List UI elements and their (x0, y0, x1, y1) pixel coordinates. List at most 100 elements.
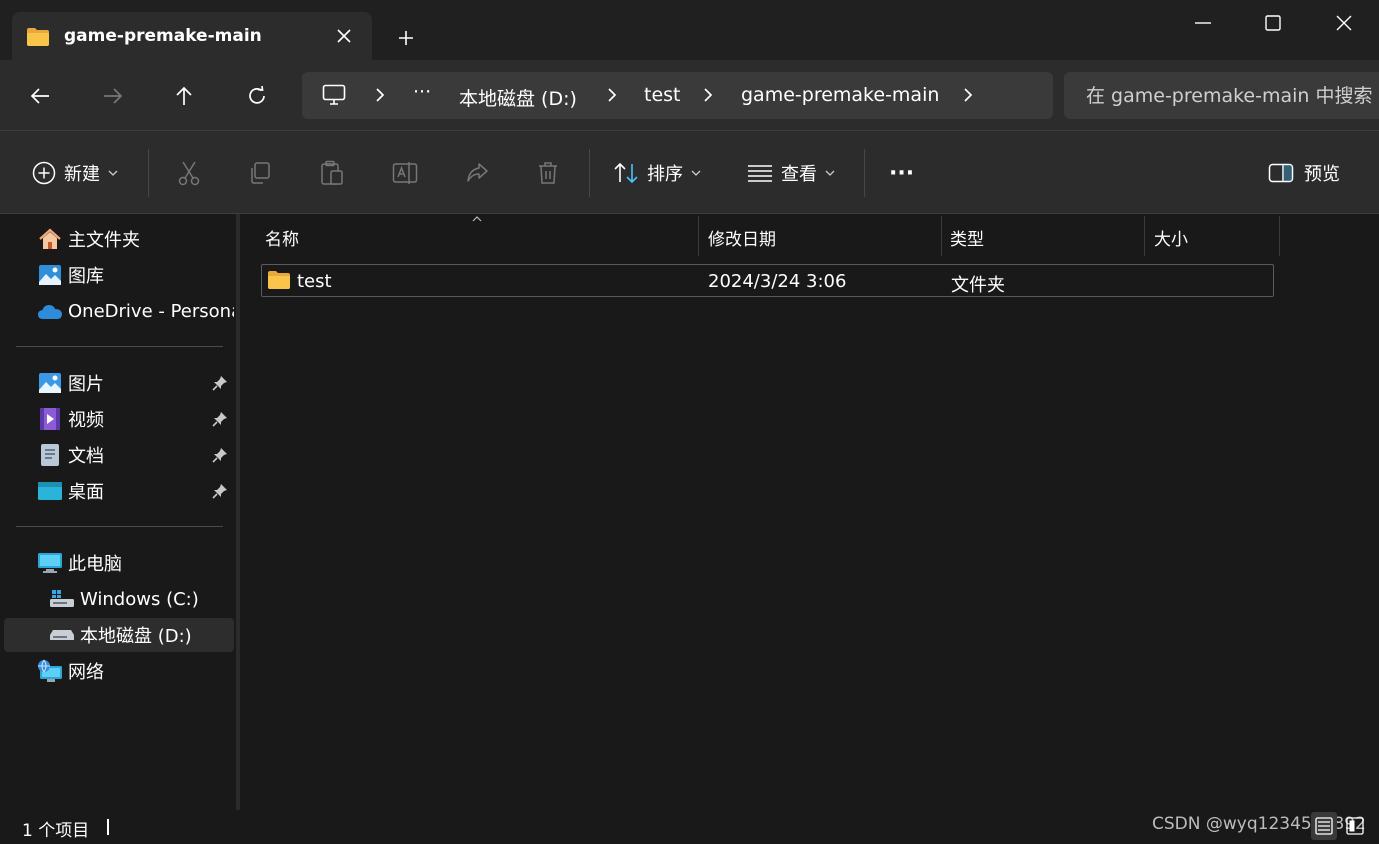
file-name: test (297, 271, 332, 292)
new-button[interactable]: 新建 (32, 157, 118, 189)
more-options-button[interactable]: ··· (889, 157, 914, 189)
sidebar-item-label: 桌面 (68, 482, 104, 503)
file-modified: 2024/3/24 3:06 (708, 271, 847, 292)
pin-icon[interactable] (212, 375, 228, 391)
tab-close-button[interactable] (330, 22, 358, 50)
sort-icon (614, 162, 638, 184)
details-view-button[interactable] (1311, 812, 1337, 840)
item-count: 1 个项目 (22, 821, 90, 841)
sidebar-item-gallery[interactable]: 图库 (4, 258, 234, 292)
chevron-down-icon (691, 170, 701, 176)
chevron-down-icon (108, 170, 118, 176)
new-tab-button[interactable] (390, 22, 422, 54)
folder-icon (267, 270, 291, 294)
minimize-button[interactable] (1168, 0, 1238, 46)
sidebar-item-onedrive[interactable]: OneDrive - Persona (4, 294, 234, 328)
sidebar-item-desktop[interactable]: 桌面 (4, 474, 234, 508)
sidebar-item-pictures[interactable]: 图片 (4, 366, 234, 400)
desktop-icon (37, 478, 63, 504)
arrow-right-icon (104, 88, 123, 104)
sidebar-item-windows-c[interactable]: Windows (C:) (4, 582, 234, 616)
cut-icon (178, 161, 200, 186)
view-list-icon (748, 165, 772, 182)
share-button[interactable] (465, 157, 489, 189)
home-icon (37, 226, 63, 252)
sidebar-item-local-disk-d[interactable]: 本地磁盘 (D:) (4, 618, 234, 652)
sort-button[interactable]: 排序 (613, 157, 701, 189)
column-header-name[interactable]: 名称 (240, 214, 698, 256)
column-divider[interactable] (1279, 216, 1280, 256)
back-button[interactable] (22, 78, 58, 114)
file-row[interactable]: test 2024/3/24 3:06 文件夹 (261, 264, 1274, 297)
search-input[interactable] (1064, 72, 1379, 119)
up-button[interactable] (166, 78, 202, 114)
divider (16, 526, 223, 527)
chevron-right-icon[interactable] (700, 87, 716, 103)
sidebar-item-videos[interactable]: 视频 (4, 402, 234, 436)
chevron-down-icon (825, 170, 835, 176)
onedrive-icon (37, 298, 63, 324)
sidebar-item-label: 视频 (68, 410, 104, 431)
tiles-view-button[interactable] (1342, 812, 1368, 840)
pin-icon[interactable] (212, 483, 228, 499)
sidebar-item-documents[interactable]: 文档 (4, 438, 234, 472)
divider (589, 149, 590, 197)
this-pc-icon (37, 550, 63, 576)
close-icon (337, 29, 351, 43)
divider (148, 149, 149, 197)
share-icon (467, 163, 488, 182)
view-button[interactable]: 查看 (747, 157, 835, 189)
breadcrumb-game-premake-main[interactable]: game-premake-main (741, 84, 939, 106)
address-bar[interactable]: ··· 本地磁盘 (D:) test game-premake-main (302, 72, 1053, 119)
computer-icon[interactable] (322, 84, 346, 110)
pin-icon[interactable] (212, 447, 228, 463)
folder-icon (26, 27, 50, 51)
arrow-left-icon (30, 88, 49, 104)
title-bar: game-premake-main (0, 0, 1379, 60)
forward-button[interactable] (95, 78, 131, 114)
arrow-up-icon (176, 86, 192, 105)
refresh-button[interactable] (239, 78, 275, 114)
breadcrumb-drive-d[interactable]: 本地磁盘 (D:) (459, 84, 577, 111)
maximize-button[interactable] (1238, 0, 1308, 46)
column-header-type[interactable]: 类型 (942, 214, 1144, 256)
videos-icon (37, 406, 63, 432)
pictures-icon (37, 370, 63, 396)
breadcrumb-test[interactable]: test (644, 84, 681, 106)
sidebar-item-network[interactable]: 网络 (4, 654, 234, 688)
column-header-size[interactable]: 大小 (1145, 214, 1279, 256)
minimize-icon (1195, 22, 1211, 24)
status-separator (107, 819, 109, 835)
chevron-right-icon[interactable] (604, 87, 620, 103)
sidebar-item-home[interactable]: 主文件夹 (4, 222, 234, 256)
sidebar-item-label: 图片 (68, 374, 104, 395)
sidebar-item-this-pc[interactable]: 此电脑 (4, 546, 234, 580)
divider (16, 346, 223, 347)
tiles-view-icon (1346, 817, 1364, 835)
chevron-right-icon[interactable] (960, 87, 976, 103)
close-window-button[interactable] (1309, 0, 1379, 46)
divider (864, 149, 865, 197)
documents-icon (37, 442, 63, 468)
tab-title: game-premake-main (64, 26, 262, 46)
maximize-icon (1265, 15, 1281, 31)
file-list: 名称 修改日期 类型 大小 test 2024/3/24 3:06 文件夹 (240, 214, 1379, 810)
paste-icon (321, 160, 343, 185)
copy-button[interactable] (248, 157, 272, 189)
sidebar-item-label: OneDrive - Persona (68, 300, 234, 322)
column-header-modified[interactable]: 修改日期 (699, 214, 941, 256)
search-box[interactable] (1064, 72, 1379, 119)
breadcrumb-overflow[interactable]: ··· (413, 81, 431, 103)
view-button-label: 查看 (781, 164, 817, 185)
rename-button[interactable] (392, 157, 418, 189)
chevron-right-icon[interactable] (372, 87, 388, 103)
paste-button[interactable] (320, 157, 344, 189)
preview-pane-button[interactable]: 预览 (1268, 157, 1340, 189)
tab-game-premake-main[interactable]: game-premake-main (12, 12, 372, 60)
details-view-icon (1315, 817, 1333, 835)
delete-button[interactable] (537, 157, 559, 189)
sidebar-item-label: 此电脑 (68, 554, 122, 575)
rename-icon (392, 162, 418, 184)
pin-icon[interactable] (212, 411, 228, 427)
cut-button[interactable] (177, 157, 201, 189)
